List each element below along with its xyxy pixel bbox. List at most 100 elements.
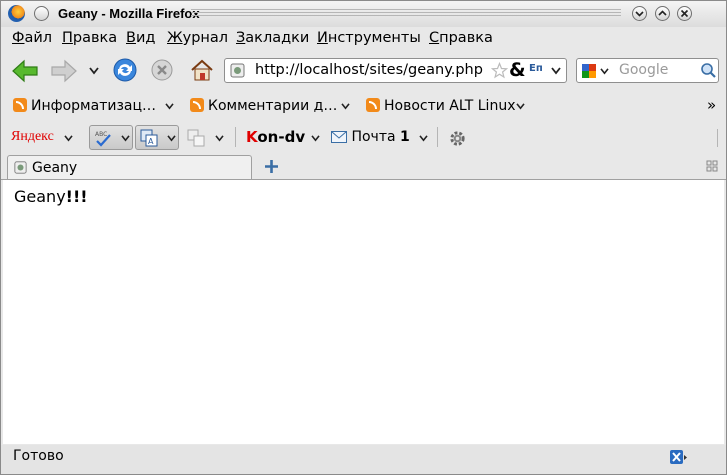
google-engine-icon[interactable]	[581, 63, 597, 79]
browser-window: Geany - Mozilla Firefox Файл Правка Вид …	[0, 0, 727, 475]
engine-dropdown-icon[interactable]	[600, 68, 609, 75]
tab-geany[interactable]: Geany	[7, 155, 252, 179]
menu-help[interactable]: Справка	[429, 30, 493, 46]
forward-arrow-icon[interactable]	[50, 58, 78, 84]
menu-view-label: ид	[135, 30, 156, 46]
bookmark-item[interactable]: Комментарии д…	[190, 98, 337, 114]
bookmark-item[interactable]: Информатизац…	[13, 98, 156, 114]
svg-text:A: A	[148, 137, 154, 146]
translate-icon: A	[140, 129, 158, 147]
page-translate-icon[interactable]	[187, 129, 205, 147]
rss-icon	[190, 98, 204, 112]
url-text[interactable]: http://localhost/sites/geany.php	[255, 62, 483, 78]
bookmark-label: Комментарии д…	[208, 98, 338, 114]
bookmarks-toolbar: Информатизац… Комментарии д… Новости ALT…	[1, 92, 726, 121]
title-bar: Geany - Mozilla Firefox	[1, 1, 726, 27]
ampersand-icon[interactable]: &	[509, 59, 526, 81]
spellcheck-button[interactable]: ABC	[89, 125, 133, 150]
menu-tools-accel: И	[317, 30, 328, 46]
new-tab-icon[interactable]	[263, 158, 280, 175]
menu-file-accel: Ф	[12, 30, 25, 46]
page-text-word: Geany	[14, 187, 66, 206]
chevron-down-icon[interactable]	[311, 135, 320, 142]
menu-tools-label: нструменты	[327, 30, 421, 46]
chevron-down-icon[interactable]	[341, 103, 350, 110]
chevron-down-icon	[121, 135, 130, 142]
back-arrow-icon[interactable]	[11, 58, 39, 84]
tab-list-icon[interactable]	[706, 160, 718, 172]
translate-button[interactable]: A	[135, 125, 179, 150]
menu-tools[interactable]: Инструменты	[317, 30, 421, 46]
maximize-button[interactable]	[655, 6, 670, 21]
rss-icon	[13, 98, 27, 112]
gear-icon[interactable]	[448, 129, 467, 148]
tab-bar: Geany	[1, 154, 726, 180]
menu-bookmarks-label: акладки	[245, 30, 310, 46]
menu-help-accel: С	[429, 30, 440, 46]
menu-edit-label: равка	[72, 30, 118, 46]
close-button[interactable]	[677, 6, 692, 21]
addon-status-icon[interactable]	[669, 449, 689, 467]
page-content: Geany!!!	[3, 180, 724, 444]
mail-label: Почта	[351, 129, 396, 145]
menu-bar: Файл Правка Вид Журнал Закладки Инструме…	[1, 27, 726, 51]
minimize-button[interactable]	[632, 6, 647, 21]
page-text-emphasis: !!!	[65, 187, 88, 206]
toolbar-separator	[437, 127, 438, 147]
kon-dv-button[interactable]: Kon-dv	[246, 128, 305, 146]
mail-button[interactable]: Почта 1	[331, 129, 410, 145]
reload-icon[interactable]	[112, 57, 138, 83]
mail-count-badge: 1	[400, 129, 410, 145]
window-menu-button[interactable]	[34, 6, 49, 21]
chevron-down-icon[interactable]	[419, 135, 428, 142]
bookmark-label: Новости ALT Linux	[384, 98, 516, 114]
home-icon[interactable]	[189, 57, 215, 83]
translate-icon[interactable]: Eп	[529, 63, 543, 74]
chevron-down-icon	[635, 11, 644, 17]
menu-help-label: правка	[439, 30, 493, 46]
chevron-down-icon[interactable]	[165, 103, 174, 110]
bookmark-item[interactable]: Новости ALT Linux	[366, 98, 515, 114]
window-title: Geany - Mozilla Firefox	[58, 6, 200, 21]
page-text: Geany!!!	[14, 187, 88, 206]
menu-view[interactable]: Вид	[126, 30, 155, 46]
menu-bookmarks[interactable]: Закладки	[236, 30, 309, 46]
toolbar-separator	[235, 127, 236, 147]
yandex-logo-text: Яндекс	[11, 129, 54, 144]
search-bar[interactable]: Google	[576, 58, 719, 83]
chevron-up-icon	[658, 10, 667, 16]
menu-edit[interactable]: Правка	[62, 30, 117, 46]
yandex-toolbar: Яндекс ABC A Kon-dv Почта 1	[1, 122, 726, 154]
bookmark-star-icon[interactable]	[491, 62, 508, 79]
tab-label: Geany	[32, 160, 78, 176]
chevron-down-icon[interactable]	[215, 135, 224, 142]
page-icon	[14, 161, 27, 174]
status-bar: Готово	[1, 445, 726, 474]
svg-text:ABC: ABC	[95, 131, 107, 138]
url-bar[interactable]: http://localhost/sites/geany.php & Eп	[224, 58, 567, 83]
menu-file-label: айл	[24, 30, 53, 46]
menu-history-label: урнал	[182, 30, 229, 46]
bookmark-label: Информатизац…	[31, 98, 156, 114]
bookmarks-overflow-button[interactable]: »	[707, 96, 716, 114]
spellcheck-icon: ABC	[95, 131, 111, 147]
url-dropdown-icon[interactable]	[551, 67, 561, 75]
search-input[interactable]: Google	[619, 62, 668, 78]
title-decoration	[191, 9, 621, 18]
search-icon[interactable]	[700, 62, 717, 79]
yandex-logo[interactable]: Яндекс	[11, 129, 54, 145]
page-identity-icon[interactable]	[230, 63, 245, 78]
history-dropdown-icon[interactable]	[89, 67, 99, 75]
menu-view-accel: В	[126, 30, 136, 46]
stop-icon[interactable]	[151, 59, 173, 81]
menu-file[interactable]: Файл	[12, 30, 52, 46]
status-text: Готово	[13, 448, 64, 464]
rss-icon	[366, 98, 380, 112]
menu-edit-accel: П	[62, 30, 73, 46]
toolbar-separator	[717, 129, 718, 147]
chevron-down-icon[interactable]	[516, 103, 525, 110]
menu-history[interactable]: Журнал	[167, 30, 228, 46]
chevron-down-icon[interactable]	[64, 135, 73, 142]
menu-bookmarks-accel: З	[236, 30, 246, 46]
kon-dv-label: on-dv	[257, 128, 306, 146]
